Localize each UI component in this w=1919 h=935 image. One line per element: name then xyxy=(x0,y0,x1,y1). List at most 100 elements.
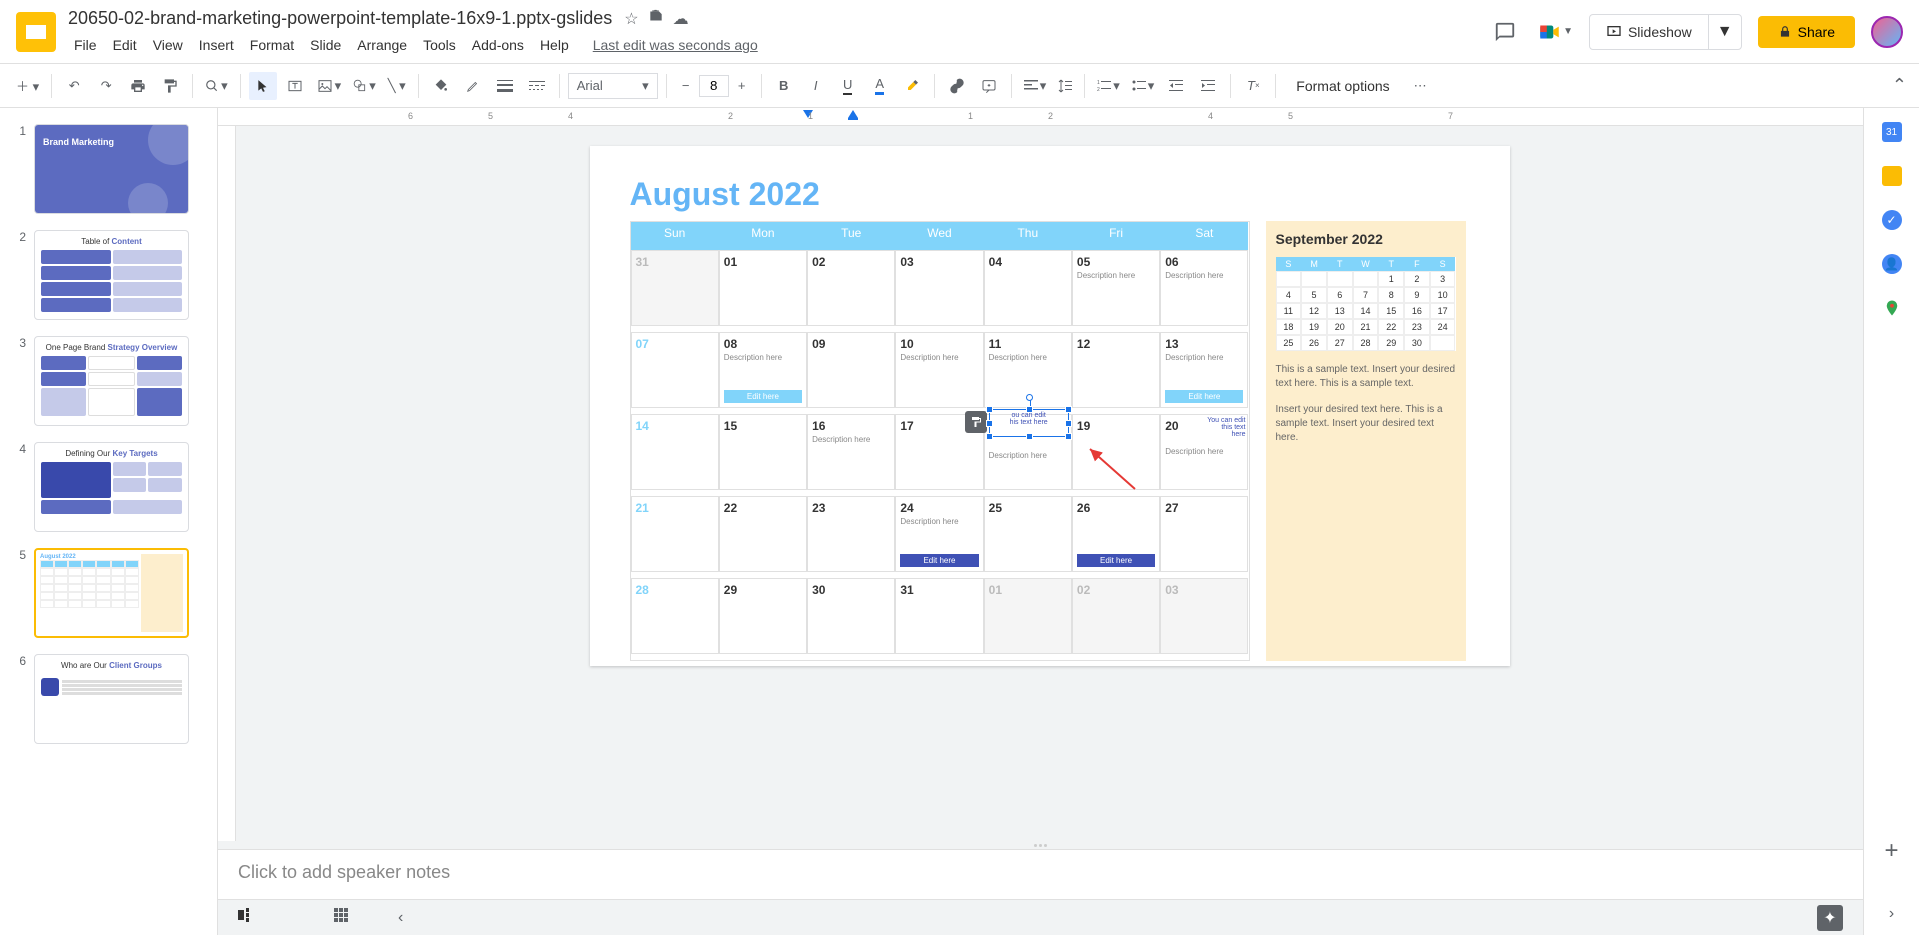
menu-format[interactable]: Format xyxy=(244,35,300,55)
tasks-addon-icon[interactable]: ✓ xyxy=(1880,208,1904,232)
slide-thumb-4[interactable]: 4 Defining Our Key Targets xyxy=(0,438,217,536)
slides-logo[interactable] xyxy=(16,12,56,52)
font-family-select[interactable]: Arial▾ xyxy=(568,73,658,99)
cal-cell-18[interactable]: ou can edithis text here 18 Description … xyxy=(984,414,1072,490)
calendar-grid[interactable]: Sun Mon Tue Wed Thu Fri Sat 31 01 02 03 … xyxy=(630,221,1250,661)
cal-cell[interactable]: 31 xyxy=(895,578,983,654)
slideshow-caret[interactable]: ▼ xyxy=(1708,15,1741,49)
border-dash-button[interactable] xyxy=(523,72,551,100)
select-tool[interactable] xyxy=(249,72,277,100)
cal-cell[interactable]: 19 xyxy=(1072,414,1160,490)
star-icon[interactable]: ☆ xyxy=(624,9,638,29)
clear-format-button[interactable]: T× xyxy=(1239,72,1267,100)
cal-cell[interactable]: 22 xyxy=(719,496,807,572)
slide-thumb-1[interactable]: 1 Brand Marketing xyxy=(0,120,217,218)
format-options-button[interactable]: Format options xyxy=(1284,78,1401,94)
addon-plus-icon[interactable]: + xyxy=(1884,837,1898,885)
shape-tool[interactable]: ▾ xyxy=(349,72,380,100)
comment-button[interactable] xyxy=(975,72,1003,100)
fill-color-button[interactable] xyxy=(427,72,455,100)
contacts-addon-icon[interactable]: 👤 xyxy=(1880,252,1904,276)
more-icon[interactable]: ⋯ xyxy=(1406,78,1435,94)
bullet-list-button[interactable]: ▾ xyxy=(1128,72,1159,100)
line-tool[interactable]: ╲ ▾ xyxy=(384,72,410,100)
paint-format-button[interactable] xyxy=(156,72,184,100)
slide-panel[interactable]: 1 Brand Marketing 2 Table of Content 3 O… xyxy=(0,108,218,935)
cal-cell[interactable]: 05Description here xyxy=(1072,250,1160,326)
line-spacing-button[interactable] xyxy=(1054,72,1076,100)
cal-cell[interactable]: 13Description hereEdit here xyxy=(1160,332,1248,408)
print-button[interactable] xyxy=(124,72,152,100)
slide-thumb-3[interactable]: 3 One Page Brand Strategy Overview xyxy=(0,332,217,430)
explore-icon[interactable]: ✦ xyxy=(1817,905,1843,931)
notes-drag-handle[interactable] xyxy=(218,841,1863,849)
underline-button[interactable]: U xyxy=(834,72,862,100)
cal-cell[interactable]: 09 xyxy=(807,332,895,408)
cal-cell[interactable]: 12 xyxy=(1072,332,1160,408)
calendar-addon-icon[interactable]: 31 xyxy=(1880,120,1904,144)
cal-cell[interactable]: 07 xyxy=(631,332,719,408)
menu-insert[interactable]: Insert xyxy=(193,35,240,55)
cal-cell[interactable]: 10Description here xyxy=(895,332,983,408)
ruler-vertical[interactable] xyxy=(218,126,236,841)
cloud-status-icon[interactable]: ☁ xyxy=(673,9,689,29)
calendar-title[interactable]: August 2022 xyxy=(630,176,1470,213)
meet-icon[interactable]: ▼ xyxy=(1537,14,1573,50)
cal-cell[interactable]: 25 xyxy=(984,496,1072,572)
zoom-button[interactable]: ▾ xyxy=(201,72,232,100)
menu-tools[interactable]: Tools xyxy=(417,35,462,55)
cal-cell[interactable]: 08Description hereEdit here xyxy=(719,332,807,408)
redo-button[interactable]: ↷ xyxy=(92,72,120,100)
cal-cell[interactable]: 01 xyxy=(984,578,1072,654)
cal-cell[interactable]: 14 xyxy=(631,414,719,490)
cal-cell[interactable]: 28 xyxy=(631,578,719,654)
filmstrip-view-icon[interactable] xyxy=(238,908,254,927)
cal-cell[interactable]: 20You can edit this text hereDescription… xyxy=(1160,414,1248,490)
cal-cell[interactable]: 02 xyxy=(807,250,895,326)
cal-cell[interactable]: 15 xyxy=(719,414,807,490)
indent-decrease-button[interactable] xyxy=(1162,72,1190,100)
side-collapse-icon[interactable]: › xyxy=(1889,905,1894,935)
image-tool[interactable]: ▾ xyxy=(313,72,346,100)
slide-canvas[interactable]: August 2022 Sun Mon Tue Wed Thu Fri Sat … xyxy=(590,146,1510,666)
font-size-increase[interactable]: + xyxy=(731,75,753,97)
slideshow-button[interactable]: Slideshow ▼ xyxy=(1589,14,1742,50)
cal-cell[interactable]: 31 xyxy=(631,250,719,326)
indent-increase-button[interactable] xyxy=(1194,72,1222,100)
italic-button[interactable]: I xyxy=(802,72,830,100)
menu-help[interactable]: Help xyxy=(534,35,575,55)
cal-cell[interactable]: 03 xyxy=(1160,578,1248,654)
menu-arrange[interactable]: Arrange xyxy=(351,35,413,55)
menu-file[interactable]: File xyxy=(68,35,103,55)
cal-cell[interactable]: 29 xyxy=(719,578,807,654)
collapse-panel-icon[interactable]: ‹ xyxy=(398,909,403,927)
textbox-tool[interactable] xyxy=(281,72,309,100)
cal-cell[interactable]: 01 xyxy=(719,250,807,326)
slide-thumb-5[interactable]: 5 August 2022 xyxy=(0,544,217,642)
user-avatar[interactable] xyxy=(1871,16,1903,48)
cal-cell[interactable]: 27 xyxy=(1160,496,1248,572)
edit-status[interactable]: Last edit was seconds ago xyxy=(587,35,764,55)
cal-cell[interactable]: 23 xyxy=(807,496,895,572)
menu-addons[interactable]: Add-ons xyxy=(466,35,530,55)
mini-calendar[interactable]: September 2022 SMTWTFS 123 45678910 1112… xyxy=(1266,221,1466,661)
align-button[interactable]: ▾ xyxy=(1020,72,1051,100)
link-button[interactable] xyxy=(943,72,971,100)
cal-cell[interactable]: 21 xyxy=(631,496,719,572)
border-weight-button[interactable] xyxy=(491,72,519,100)
slide-thumb-6[interactable]: 6 Who are Our Client Groups xyxy=(0,650,217,748)
numbered-list-button[interactable]: 12 ▾ xyxy=(1093,72,1124,100)
cal-cell[interactable]: 06Description here xyxy=(1160,250,1248,326)
selected-textbox[interactable]: ou can edithis text here xyxy=(989,409,1069,437)
new-slide-button[interactable]: ＋ ▾ xyxy=(12,72,43,100)
share-button[interactable]: Share xyxy=(1758,16,1855,48)
font-size-decrease[interactable]: − xyxy=(675,75,697,97)
slide-thumb-2[interactable]: 2 Table of Content xyxy=(0,226,217,324)
move-icon[interactable] xyxy=(649,9,663,29)
border-color-button[interactable] xyxy=(459,72,487,100)
keep-addon-icon[interactable] xyxy=(1880,164,1904,188)
collapse-toolbar-icon[interactable]: ⌃ xyxy=(1892,75,1907,96)
font-size-input[interactable] xyxy=(699,75,729,97)
maps-addon-icon[interactable] xyxy=(1880,296,1904,320)
speaker-notes[interactable]: Click to add speaker notes xyxy=(218,849,1863,899)
